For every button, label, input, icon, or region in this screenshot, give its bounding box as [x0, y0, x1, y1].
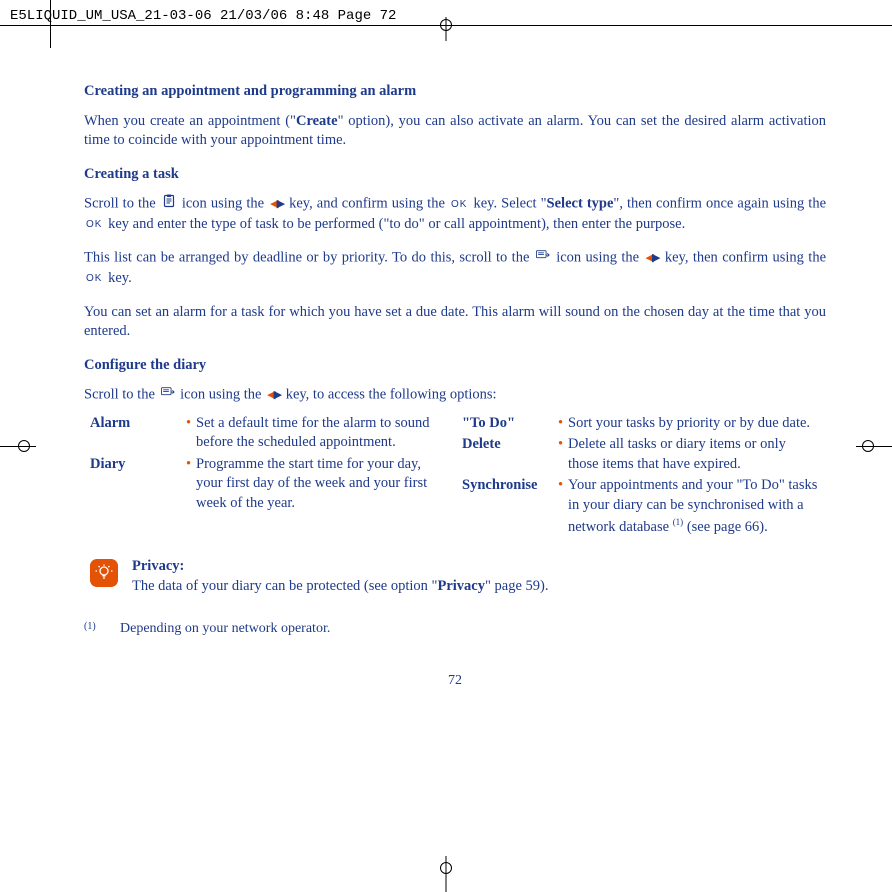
option-desc: Your appointments and your "To Do" tasks… — [568, 476, 826, 537]
ok-key-icon: OK — [451, 198, 467, 212]
options-right-column: "To Do" • Sort your tasks by priority or… — [462, 414, 826, 539]
footnote-mark: (1) — [84, 620, 102, 639]
para-task-2: This list can be arranged by deadline or… — [84, 248, 826, 288]
ok-key-icon: OK — [86, 218, 102, 232]
tip-box: Privacy: The data of your diary can be p… — [90, 557, 826, 596]
left-right-nav-icon: ◀▶ — [270, 197, 283, 212]
clipboard-icon — [162, 194, 176, 215]
option-label: "To Do" — [462, 414, 558, 434]
settings-list-icon — [161, 385, 175, 406]
option-alarm: Alarm • Set a default time for the alarm… — [90, 414, 454, 453]
option-label: Diary — [90, 455, 186, 514]
option-label: Delete — [462, 435, 558, 474]
settings-list-icon — [536, 248, 550, 269]
option-desc: Sort your tasks by priority or by due da… — [568, 414, 826, 434]
option-delete: Delete • Delete all tasks or diary items… — [462, 435, 826, 474]
option-diary: Diary • Programme the start time for you… — [90, 455, 454, 514]
tip-text: Privacy: The data of your diary can be p… — [132, 557, 826, 596]
para-configure: Scroll to the icon using the ◀▶ key, to … — [84, 385, 826, 406]
option-desc: Delete all tasks or diary items or only … — [568, 435, 826, 474]
para-task-3: You can set an alarm for a task for whic… — [84, 303, 826, 342]
bullet-icon: • — [186, 414, 196, 453]
page-number: 72 — [448, 672, 462, 691]
option-desc: Set a default time for the alarm to soun… — [196, 414, 454, 453]
option-desc: Programme the start time for your day, y… — [196, 455, 454, 514]
bullet-icon: • — [558, 476, 568, 537]
footnote-text: Depending on your network operator. — [120, 620, 330, 639]
ok-key-icon: OK — [86, 272, 102, 286]
para-appointment: When you create an appointment ("Create"… — [84, 112, 826, 151]
bullet-icon: • — [558, 435, 568, 474]
heading-appointment: Creating an appointment and programming … — [84, 82, 826, 102]
heading-task: Creating a task — [84, 165, 826, 185]
option-todo: "To Do" • Sort your tasks by priority or… — [462, 414, 826, 434]
bullet-icon: • — [558, 414, 568, 434]
left-right-nav-icon: ◀▶ — [645, 251, 658, 266]
footnote: (1) Depending on your network operator. — [84, 620, 826, 639]
lightbulb-icon — [90, 559, 118, 587]
print-header: E5LIQUID_UM_USA_21-03-06 21/03/06 8:48 P… — [10, 8, 396, 24]
left-right-nav-icon: ◀▶ — [267, 388, 280, 403]
options-columns: Alarm • Set a default time for the alarm… — [90, 414, 826, 539]
para-task-1: Scroll to the icon using the ◀▶ key, and… — [84, 194, 826, 234]
options-left-column: Alarm • Set a default time for the alarm… — [90, 414, 454, 539]
page-content: Creating an appointment and programming … — [84, 82, 826, 639]
heading-configure: Configure the diary — [84, 356, 826, 376]
option-label: Synchronise — [462, 476, 558, 537]
option-label: Alarm — [90, 414, 186, 453]
option-synchronise: Synchronise • Your appointments and your… — [462, 476, 826, 537]
crop-mark-top-left — [50, 0, 51, 48]
bullet-icon: • — [186, 455, 196, 514]
